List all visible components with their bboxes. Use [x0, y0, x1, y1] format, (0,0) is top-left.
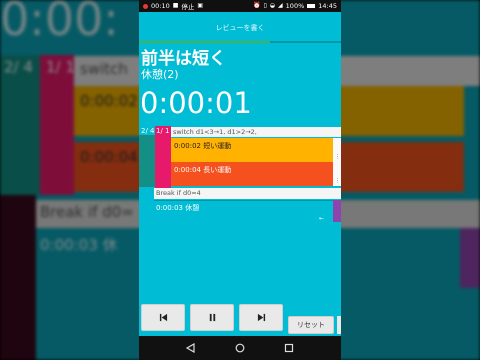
previous-button[interactable]	[141, 304, 185, 331]
status-bar: 00:10 ■ 停止 ▣ ⏰ ▯ ◒ ◢ 100% 14:45	[139, 0, 341, 12]
phone-screen: 00:10 ■ 停止 ▣ ⏰ ▯ ◒ ◢ 100% 14:45 レビューを書く …	[139, 0, 341, 360]
bg-dark-column	[0, 195, 36, 360]
bg-purple-tab	[460, 228, 480, 288]
battery-icon	[307, 4, 316, 8]
bg-index-b: 1/ 1	[46, 58, 75, 76]
battery-percent: 100%	[285, 2, 305, 10]
pause-icon	[209, 313, 215, 322]
status-time-right: 14:45	[318, 2, 337, 10]
progress-fill	[139, 41, 271, 43]
video-frame: 0:00: 2/ 4 1/ 1 switch 0:00:02 0:00:04 B…	[0, 0, 480, 360]
back-triangle-icon[interactable]	[183, 340, 199, 356]
alarm-icon: ⏰	[253, 2, 261, 9]
drag-handle-icon: ⋮	[335, 154, 340, 160]
pause-button[interactable]	[190, 304, 234, 331]
next-button[interactable]	[239, 304, 283, 331]
inner-loop-index: 1/ 1	[156, 127, 170, 135]
recents-square-icon[interactable]	[281, 340, 297, 356]
long-row-handle[interactable]: ⋮	[333, 162, 341, 186]
vibrate-icon: ▯	[263, 2, 267, 9]
rest-row[interactable]: 0:00:03 休憩	[154, 200, 333, 222]
long-exercise-row[interactable]: 0:00:04 長い運動	[171, 162, 333, 186]
skip-next-icon	[257, 313, 265, 322]
status-time-left: 00:10	[151, 2, 170, 10]
stop-square-icon: ■	[172, 2, 179, 9]
status-stop-label: 停止	[181, 3, 195, 11]
bg-index-a: 2/ 4	[4, 58, 33, 76]
short-exercise-row[interactable]: 0:00:02 短い運動	[171, 138, 333, 162]
break-row[interactable]: Break if d0=4	[154, 188, 341, 199]
outer-loop-column[interactable]	[139, 135, 155, 187]
inner-loop-column[interactable]	[155, 126, 171, 188]
bg-teal-column	[0, 55, 40, 195]
step-subtitle: 休憩(2)	[141, 68, 179, 81]
progress-bar	[139, 41, 341, 43]
arrow-left-icon: ←	[319, 215, 325, 222]
navigation-bar	[139, 336, 341, 360]
rest-side-tab[interactable]	[333, 200, 341, 222]
offscreen-button[interactable]	[337, 316, 341, 334]
reset-button[interactable]: リセット	[288, 316, 334, 334]
switch-row[interactable]: switch d1<3→1, d1>2→2,	[171, 127, 341, 137]
drag-handle-icon: ⋮	[335, 178, 340, 184]
short-row-handle[interactable]: ⋮	[333, 138, 341, 162]
rest-left-column	[139, 188, 154, 222]
outer-loop-index: 2/ 4	[141, 127, 155, 135]
review-link[interactable]: レビューを書く	[139, 14, 341, 42]
bg-timer-text: 0:00:	[0, 0, 119, 46]
skip-previous-icon	[159, 313, 167, 322]
record-icon	[143, 3, 148, 9]
notification-icon: ▣	[197, 2, 204, 9]
bg-pink-column	[40, 55, 74, 195]
signal-icon: ◢	[278, 2, 283, 9]
timer-display: 0:00:01	[140, 86, 252, 120]
wifi-icon: ◒	[269, 2, 276, 9]
home-circle-icon[interactable]	[232, 340, 248, 356]
